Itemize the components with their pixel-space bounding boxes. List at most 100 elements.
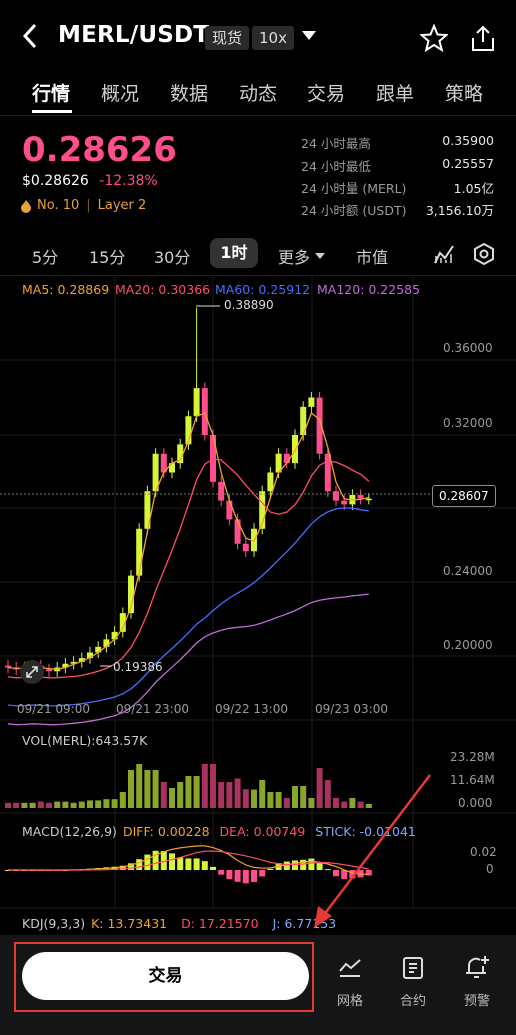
volume-bar [267,792,274,808]
price-axis-label: 0.36000 [443,341,493,355]
volume-bar [177,782,184,808]
volume-bar [78,801,85,808]
volume-bar [283,798,290,808]
macd-bar [234,870,241,882]
macd-params: MACD(12,26,9) [22,824,117,839]
timeframe-5m[interactable]: 5分 [32,244,58,268]
alert-bell-icon[interactable] [463,953,491,985]
market-cap-toggle[interactable]: 市值 [356,244,388,268]
candle-body [234,519,241,544]
settings-icon[interactable] [472,242,496,270]
macd-bar [169,853,175,870]
volume-bar [87,800,93,808]
stat-label: 24 小时量 (MERL) [301,181,407,196]
alert-label[interactable]: 预警 [452,990,502,1009]
macd-bar [185,858,192,870]
timeframe-more[interactable]: 更多 [278,244,326,268]
tab-market[interactable]: 行情 [32,79,70,106]
candle-body [226,500,233,520]
active-tab-underline [32,110,72,113]
time-axis-label: 09/21 23:00 [116,702,189,716]
macd-bar [210,866,216,870]
ma20-line [7,458,370,679]
timeframe-15m[interactable]: 15分 [89,244,125,268]
timeframe-1h[interactable]: 1时 [210,238,258,268]
stat-label: 24 小时最高 [301,136,371,151]
volume-bar [46,802,52,808]
candle-body [201,388,208,435]
favorite-star-icon[interactable] [418,23,450,56]
volume-axis-label: 23.28M [450,750,495,764]
pair-dropdown-icon[interactable] [302,31,316,40]
volume-bar [21,802,28,808]
volume-bar [160,782,167,808]
tab-overview[interactable]: 概况 [101,79,139,106]
volume-bar [128,770,134,808]
volume-bar [259,780,266,808]
candle-body [218,481,225,501]
pair-title[interactable]: MERL/USDT [58,22,209,48]
macd-axis-label: 0.02 [470,845,497,859]
volume-bar [119,792,126,808]
price-axis-label: 0.20000 [443,638,493,652]
macd-axis-label: 0 [486,862,494,876]
volume-bar [275,792,282,808]
fullscreen-icon[interactable] [20,660,44,684]
contract-icon[interactable] [400,955,426,985]
candle-body [341,500,348,505]
kdj-d: D: 17.21570 [181,916,259,931]
time-axis-label: 09/21 09:00 [17,702,90,716]
candle-body [357,495,364,499]
tab-trade[interactable]: 交易 [307,79,345,106]
macd-bar [144,854,151,870]
contract-label[interactable]: 合约 [388,990,438,1009]
more-label: 更多 [278,248,311,267]
candle-body [324,453,331,492]
volume-bar [234,778,241,808]
high-price-label: 0.38890 [224,298,274,312]
tab-data[interactable]: 数据 [170,79,208,106]
stat-label: 24 小时最低 [301,159,371,174]
tab-news[interactable]: 动态 [239,79,277,106]
stat-value: 3,156.10万 [425,203,494,218]
candle-body [333,491,339,501]
timeframe-30m[interactable]: 30分 [154,244,190,268]
back-icon[interactable] [22,22,38,56]
share-icon[interactable] [470,24,496,56]
volume-bar [54,801,61,808]
stat-value: 0.25557 [442,156,494,171]
ma60-line [7,507,369,707]
macd-diff: DIFF: 0.00228 [122,824,210,839]
tab-strategy[interactable]: 策略 [445,79,483,106]
candle-body [308,397,315,407]
volume-bar [185,776,192,808]
rank-tags[interactable]: No. 10 | Layer 2 [20,198,146,213]
grid-label[interactable]: 网格 [325,990,375,1009]
rank-label: No. 10 [37,198,80,213]
volume-bar [169,788,175,808]
candle-body [242,543,249,552]
volume-bar [111,799,118,808]
macd-bar [136,859,143,870]
kdj-k: K: 13.73431 [91,916,168,931]
time-axis-label: 09/23 03:00 [315,702,388,716]
stat-value: 1.05亿 [453,181,494,196]
volume-bar [242,789,249,808]
candles [5,307,372,677]
kdj-params: KDJ(9,3,3) [22,916,86,931]
volume-bar [152,770,159,808]
candle-body [365,498,372,501]
price-change: -12.38% [99,173,158,189]
macd-bar [242,870,249,884]
volume-bar [95,800,102,808]
volume-title: VOL(MERL):643.57K [22,733,148,748]
indicator-icon[interactable] [433,243,455,269]
current-price-tag: 0.28607 [432,485,496,507]
volume-bar [251,789,257,808]
price-axis-label: 0.24000 [443,564,493,578]
last-price: 0.28626 [22,130,177,170]
candle-body [283,453,290,464]
market-chip: 现货 [205,26,250,50]
tab-copytrade[interactable]: 跟单 [376,79,414,106]
grid-icon[interactable] [337,955,363,985]
